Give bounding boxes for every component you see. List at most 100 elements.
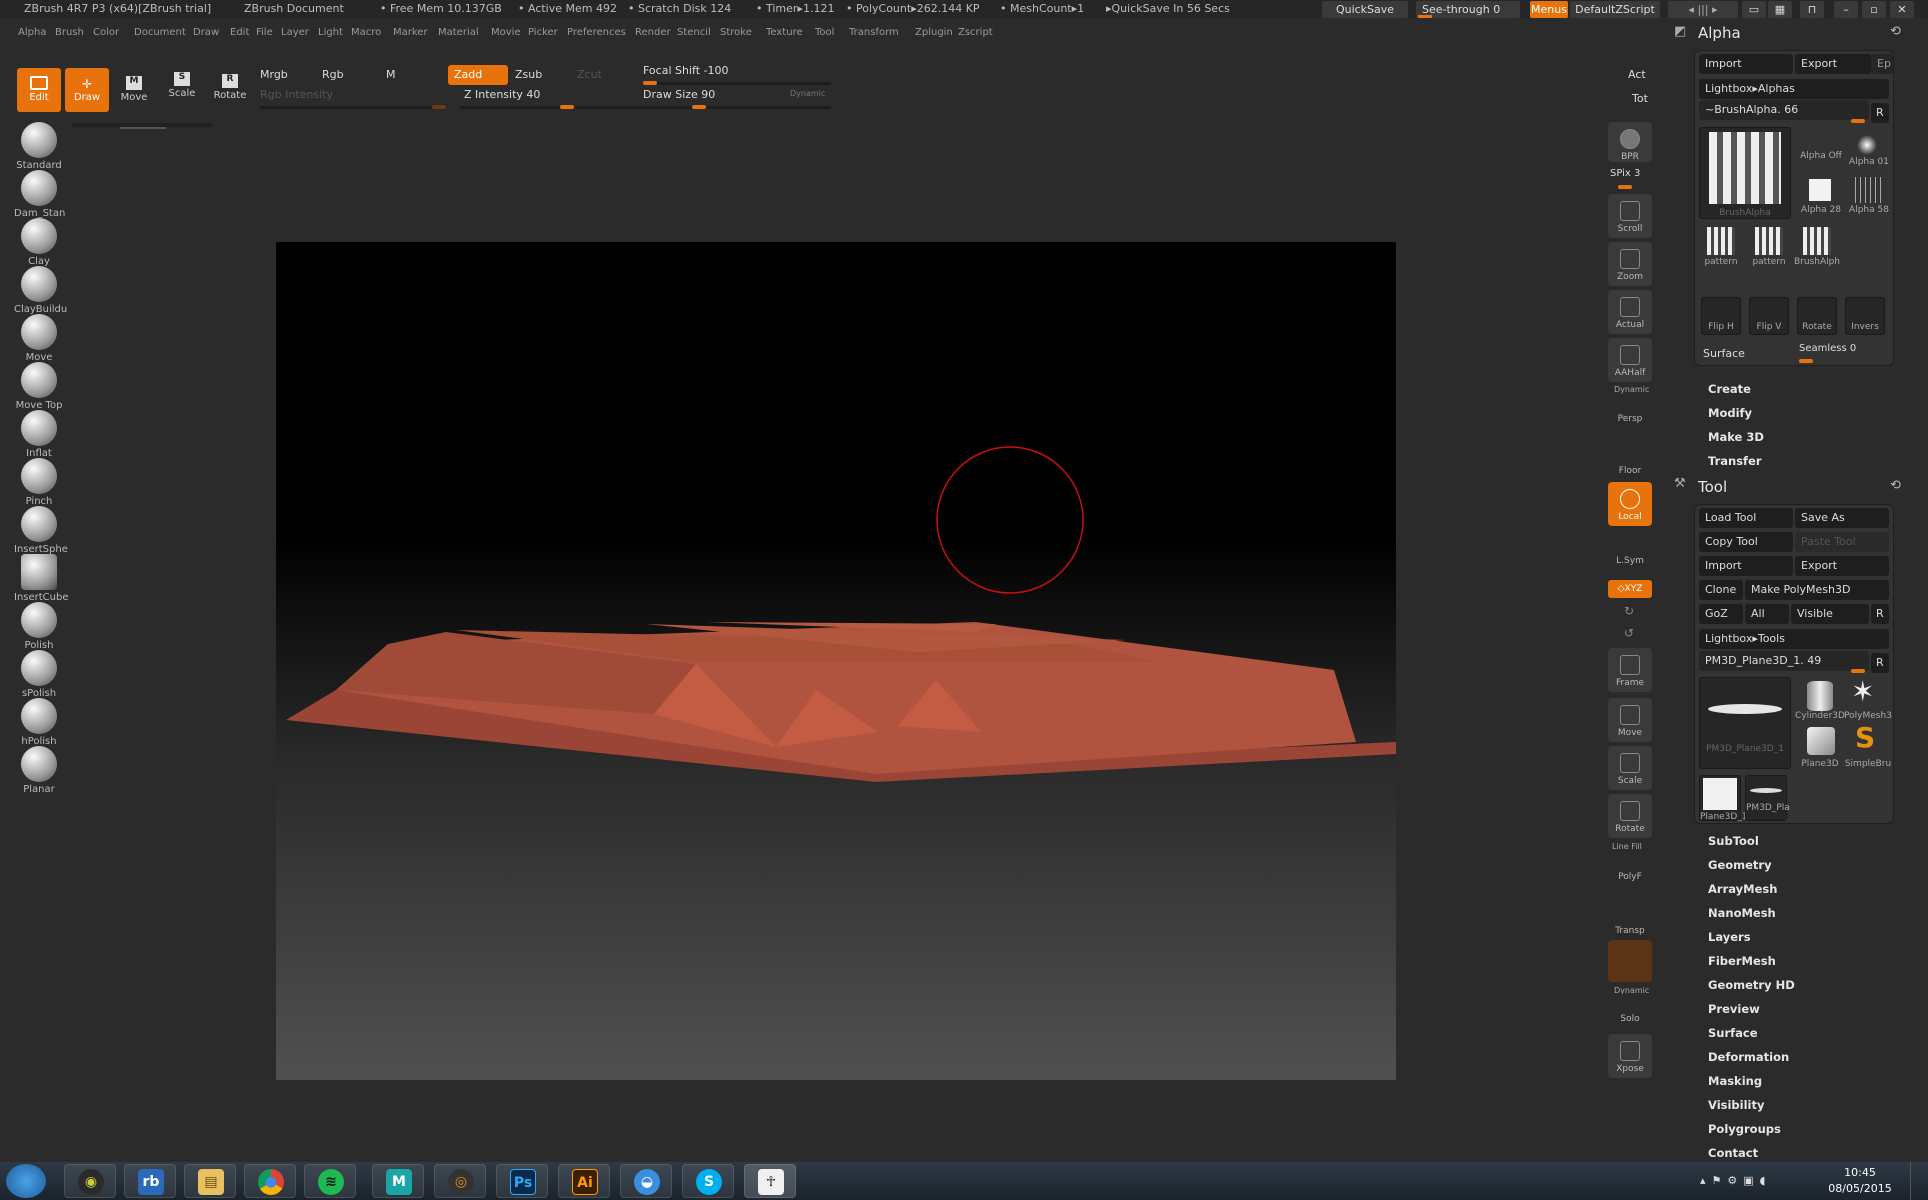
move-view-button[interactable]: Move xyxy=(1608,698,1652,742)
scale-button[interactable]: S Scale xyxy=(160,68,204,112)
tool-import-button[interactable]: Import xyxy=(1699,556,1793,576)
taskbar-maya[interactable]: M xyxy=(372,1164,424,1198)
simplebrush-thumb[interactable]: SimpleBru xyxy=(1843,759,1893,769)
tool-section-contact[interactable]: Contact xyxy=(1708,1146,1758,1160)
alpha-reset-icon[interactable]: ⟲ xyxy=(1890,24,1901,39)
draw-size-slider[interactable]: Draw Size 90 xyxy=(643,88,715,101)
goz-button[interactable]: GoZ xyxy=(1699,604,1743,624)
tool-section-fibermesh[interactable]: FiberMesh xyxy=(1708,954,1776,968)
rotate-y-icon[interactable]: ↻ xyxy=(1624,604,1634,618)
tool-section-polygroups[interactable]: Polygroups xyxy=(1708,1122,1781,1136)
move-button[interactable]: M Move xyxy=(112,68,156,112)
brush-claybuildup[interactable]: ClayBuildu xyxy=(14,266,67,315)
menu-file[interactable]: File xyxy=(256,27,273,38)
brush-standard[interactable]: Standard xyxy=(14,122,64,171)
taskbar-photoshop[interactable]: Ps xyxy=(496,1164,548,1198)
maximize-icon[interactable]: ▫ xyxy=(1862,1,1886,18)
brush-insertsphere[interactable]: InsertSphe xyxy=(14,506,68,555)
brush-polish[interactable]: Polish xyxy=(14,602,64,651)
floor-button[interactable]: Floor xyxy=(1608,436,1652,480)
polymesh3d-thumb[interactable]: PolyMesh3 xyxy=(1843,711,1893,721)
z-intensity-slider[interactable]: Z Intensity 40 xyxy=(464,88,540,101)
polyf-button[interactable]: PolyF xyxy=(1608,852,1652,890)
pattern-1-thumb[interactable]: pattern xyxy=(1697,257,1745,267)
zsub-button[interactable]: Zsub xyxy=(515,68,542,81)
aahalf-button[interactable]: AAHalf xyxy=(1608,338,1652,382)
load-tool-button[interactable]: Load Tool xyxy=(1699,508,1793,528)
taskbar-skype[interactable]: S xyxy=(682,1164,734,1198)
taskbar-zbrush-app[interactable]: ☥ xyxy=(744,1164,796,1198)
rgb-button[interactable]: Rgb xyxy=(322,68,344,81)
surface-button[interactable]: Surface xyxy=(1703,347,1745,360)
rotate-z-icon[interactable]: ↺ xyxy=(1624,626,1634,640)
tool-section-masking[interactable]: Masking xyxy=(1708,1074,1762,1088)
tool-section-arraymesh[interactable]: ArrayMesh xyxy=(1708,882,1777,896)
menu-stencil[interactable]: Stencil xyxy=(677,27,711,38)
copy-tool-button[interactable]: Copy Tool xyxy=(1699,532,1793,552)
taskbar-illustrator[interactable]: Ai xyxy=(558,1164,610,1198)
alpha-section-modify[interactable]: Modify xyxy=(1708,406,1752,420)
xyz-button[interactable]: ◇XYZ xyxy=(1608,580,1652,598)
brush-planar[interactable]: Planar xyxy=(14,746,64,795)
tool-section-preview[interactable]: Preview xyxy=(1708,1002,1760,1016)
clone-button[interactable]: Clone xyxy=(1699,580,1743,600)
menu-color[interactable]: Color xyxy=(93,27,119,38)
alpha-58-thumb[interactable]: Alpha 58 xyxy=(1845,205,1893,215)
tool-section-nanomesh[interactable]: NanoMesh xyxy=(1708,906,1776,920)
menu-tool[interactable]: Tool xyxy=(815,27,834,38)
brushalpha-main-thumb[interactable]: BrushAlpha xyxy=(1699,127,1791,219)
menu-zscript[interactable]: Zscript xyxy=(958,27,993,38)
paste-tool-button[interactable]: Paste Tool xyxy=(1795,532,1889,552)
tool-section-geometry[interactable]: Geometry xyxy=(1708,858,1772,872)
rotate-view-button[interactable]: Rotate xyxy=(1608,794,1652,838)
menu-texture[interactable]: Texture xyxy=(766,27,803,38)
solo-button[interactable]: Solo xyxy=(1608,994,1652,1028)
persp-button[interactable]: Persp xyxy=(1608,394,1652,428)
tool-section-subtool[interactable]: SubTool xyxy=(1708,834,1759,848)
show-desktop-button[interactable] xyxy=(1910,1162,1928,1200)
brushalpha-slider[interactable]: ~BrushAlpha. 66 xyxy=(1699,100,1869,120)
scroll-button[interactable]: Scroll xyxy=(1608,194,1652,238)
seamless-slider[interactable]: Seamless 0 xyxy=(1799,343,1856,354)
lock-icon[interactable]: ⊓ xyxy=(1800,1,1824,18)
menu-render[interactable]: Render xyxy=(635,27,671,38)
tool-section-geometry-hd[interactable]: Geometry HD xyxy=(1708,978,1795,992)
m-button[interactable]: M xyxy=(386,68,396,81)
alpha-rotate-button[interactable]: Rotate xyxy=(1797,297,1837,335)
alpha-export-button[interactable]: Export xyxy=(1795,54,1871,74)
tile-icon[interactable]: ▦ xyxy=(1768,1,1792,18)
menus-button[interactable]: Menus xyxy=(1530,1,1568,18)
menu-macro[interactable]: Macro xyxy=(351,27,381,38)
flip-h-button[interactable]: Flip H xyxy=(1701,297,1741,335)
tool-section-visibility[interactable]: Visibility xyxy=(1708,1098,1764,1112)
taskbar-zbrush-launcher[interactable]: ◉ xyxy=(64,1164,116,1198)
brush-pinch[interactable]: Pinch xyxy=(14,458,64,507)
tool-lightbox-button[interactable]: Lightbox▸Tools xyxy=(1699,629,1889,649)
brush-clay[interactable]: Clay xyxy=(14,218,64,267)
brush-dam-standard[interactable]: Dam_Stan xyxy=(14,170,65,219)
make-polymesh3d-button[interactable]: Make PolyMesh3D xyxy=(1745,580,1889,600)
menu-stroke[interactable]: Stroke xyxy=(720,27,752,38)
brushalpha-small-thumb[interactable]: BrushAlph xyxy=(1793,257,1841,267)
current-tool-main-thumb[interactable]: PM3D_Plane3D_1 xyxy=(1699,677,1791,769)
draw-button[interactable]: ✛ Draw xyxy=(65,68,109,112)
alpha-section-create[interactable]: Create xyxy=(1708,382,1751,396)
menu-draw[interactable]: Draw xyxy=(193,27,219,38)
taskbar-explorer[interactable]: ▤ xyxy=(184,1164,236,1198)
actual-button[interactable]: Actual xyxy=(1608,290,1652,334)
tool-r-button[interactable]: R xyxy=(1871,653,1889,673)
system-tray-icons[interactable]: ▴⚑⚙▣◖ xyxy=(1700,1174,1771,1187)
menu-layer[interactable]: Layer xyxy=(281,27,309,38)
alpha-import-button[interactable]: Import xyxy=(1699,54,1793,74)
edit-button[interactable]: Edit xyxy=(17,68,61,112)
local-button[interactable]: Local xyxy=(1608,482,1652,526)
brush-spolish[interactable]: sPolish xyxy=(14,650,64,699)
rotate-button[interactable]: R Rotate xyxy=(208,68,252,112)
layout-icon[interactable]: ▭ xyxy=(1742,1,1766,18)
alpha-ep-button[interactable]: Ep xyxy=(1871,54,1893,74)
alpha-off-thumb[interactable]: Alpha Off xyxy=(1797,151,1845,161)
pattern-2-thumb[interactable]: pattern xyxy=(1745,257,1793,267)
shelf-scroll-track[interactable] xyxy=(72,123,212,127)
taskbar-rb-app[interactable]: rb xyxy=(124,1164,176,1198)
brush-move[interactable]: Move xyxy=(14,314,64,363)
